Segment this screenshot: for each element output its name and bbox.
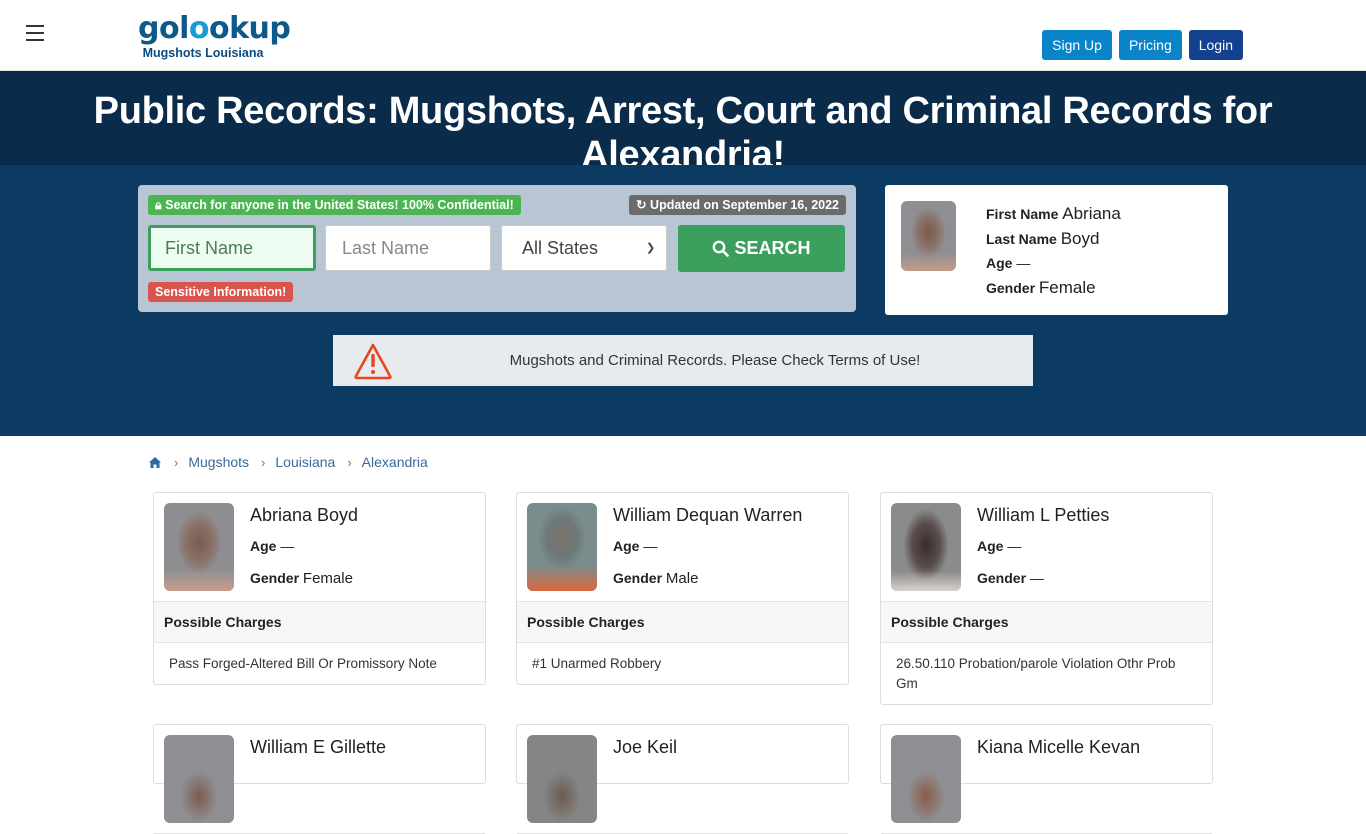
mugshot-photo (164, 503, 234, 591)
record-card[interactable]: William E Gillette (153, 724, 486, 834)
record-gender: Gender Male (613, 570, 699, 587)
record-age: Age — (613, 538, 658, 554)
record-gender: Gender Female (250, 570, 353, 587)
first-name-input[interactable] (148, 225, 316, 271)
search-button[interactable]: SEARCH (678, 225, 845, 272)
profile-first-name: First Name Abriana (986, 204, 1121, 223)
hamburger-menu-icon[interactable] (26, 25, 44, 41)
sensitive-info-badge: Sensitive Information! (148, 282, 294, 302)
record-name[interactable]: Joe Keil (613, 737, 677, 758)
mugshot-photo (891, 503, 961, 591)
updated-badge: ↻ Updated on September 16, 2022 (629, 195, 846, 215)
logo[interactable]: golookup Mugshots Louisiana (138, 11, 291, 61)
record-card[interactable]: Kiana Micelle Kevan (880, 724, 1213, 834)
profile-gender: Gender Female (986, 277, 1096, 297)
mugshot-photo (527, 503, 597, 591)
search-section: 🔒︎ Search for anyone in the United State… (0, 165, 1366, 436)
mugshot-photo (527, 735, 597, 823)
charges-heading: Possible Charges (881, 602, 1212, 643)
lock-icon: 🔒︎ (155, 198, 162, 212)
hero-banner: Public Records: Mugshots, Arrest, Court … (0, 71, 1366, 190)
breadcrumb-alexandria[interactable]: Alexandria (362, 454, 428, 470)
top-navbar: golookup Mugshots Louisiana Sign Up Pric… (0, 0, 1366, 71)
record-name[interactable]: Abriana Boyd (250, 505, 358, 526)
refresh-icon: ↻ (636, 198, 647, 212)
search-icon (713, 240, 730, 257)
logo-wordmark: golookup (138, 11, 291, 46)
record-card[interactable]: Joe Keil (516, 724, 849, 834)
record-gender: Gender — (977, 570, 1044, 586)
record-name[interactable]: William E Gillette (250, 737, 386, 758)
chevron-right-icon: › (261, 454, 266, 470)
charge-text: 26.50.110 Probation/parole Violation Oth… (896, 656, 1176, 691)
terms-warning-text: Mugshots and Criminal Records. Please Ch… (509, 352, 921, 369)
pricing-button[interactable]: Pricing (1118, 30, 1182, 60)
record-name[interactable]: William Dequan Warren (613, 505, 802, 526)
mugshot-photo (891, 735, 961, 823)
charge-text: #1 Unarmed Robbery (532, 656, 662, 671)
chevron-right-icon: › (174, 454, 179, 470)
breadcrumb: › Mugshots › Louisiana › Alexandria (148, 454, 428, 470)
breadcrumb-louisiana[interactable]: Louisiana (275, 454, 335, 470)
charges-heading: Possible Charges (517, 602, 848, 643)
record-age: Age — (977, 538, 1022, 554)
mugshot-photo (164, 735, 234, 823)
confidential-badge: 🔒︎ Search for anyone in the United State… (148, 195, 521, 215)
home-icon[interactable] (148, 456, 162, 469)
chevron-right-icon: › (347, 454, 352, 470)
state-select[interactable]: All States (501, 225, 667, 271)
terms-warning: Mugshots and Criminal Records. Please Ch… (333, 335, 1033, 386)
record-age: Age — (250, 538, 295, 554)
logo-subtitle: Mugshots Louisiana (142, 46, 264, 60)
featured-profile-card[interactable]: First Name Abriana Last Name Boyd Age — … (885, 185, 1228, 315)
record-name[interactable]: William L Petties (977, 505, 1109, 526)
profile-age: Age — (986, 255, 1031, 271)
signup-button[interactable]: Sign Up (1042, 30, 1112, 60)
profile-photo (901, 201, 956, 271)
profile-last-name: Last Name Boyd (986, 228, 1100, 248)
record-card[interactable]: Abriana Boyd Age — Gender Female Possibl… (153, 492, 486, 685)
login-button[interactable]: Login (1188, 30, 1243, 60)
record-card[interactable]: William L Petties Age — Gender — Possibl… (880, 492, 1213, 705)
record-card[interactable]: William Dequan Warren Age — Gender Male … (516, 492, 849, 685)
breadcrumb-mugshots[interactable]: Mugshots (188, 454, 249, 470)
last-name-input[interactable] (325, 225, 491, 271)
record-name[interactable]: Kiana Micelle Kevan (977, 737, 1140, 758)
search-form: 🔒︎ Search for anyone in the United State… (138, 185, 856, 312)
charge-text: Pass Forged-Altered Bill Or Promissory N… (169, 656, 437, 671)
charges-heading: Possible Charges (154, 602, 485, 643)
page-title: Public Records: Mugshots, Arrest, Court … (93, 90, 1273, 176)
